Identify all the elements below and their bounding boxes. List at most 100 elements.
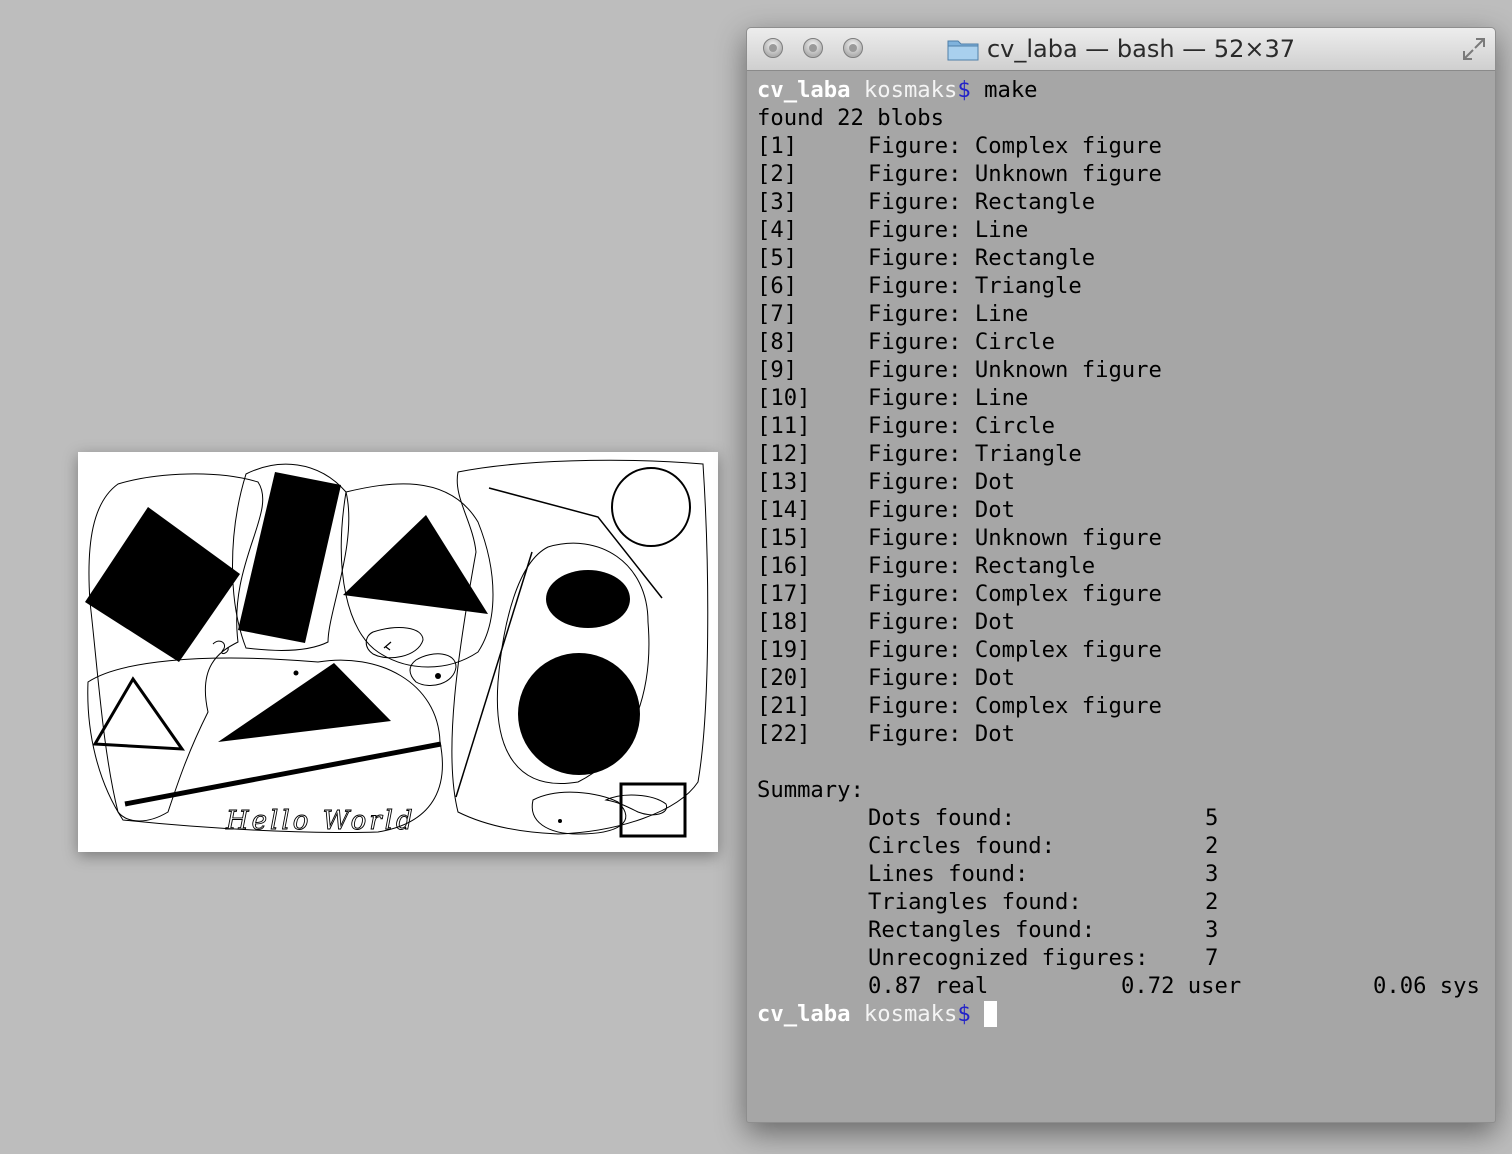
dot-1 bbox=[293, 670, 299, 676]
figure-row: [13] Figure: Dot bbox=[757, 468, 1489, 496]
figure-index: [2] bbox=[757, 161, 798, 187]
figure-label: Figure: Rectangle bbox=[868, 245, 1096, 271]
contour-right-group bbox=[451, 459, 709, 835]
command-text: make bbox=[984, 77, 1038, 103]
figure-index: [9] bbox=[757, 357, 798, 383]
small-ellipse bbox=[546, 570, 630, 628]
outlined-triangle bbox=[92, 676, 186, 751]
window-title: cv_laba — bash — 52×37 bbox=[986, 35, 1296, 63]
figure-index: [16] bbox=[757, 553, 811, 579]
figure-index: [8] bbox=[757, 329, 798, 355]
prompt-user: kosmaks bbox=[863, 77, 958, 103]
figure-index: [11] bbox=[757, 413, 811, 439]
figure-index: [3] bbox=[757, 189, 798, 215]
figure-label: Figure: Circle bbox=[868, 413, 1056, 439]
figure-label: Figure: Triangle bbox=[868, 273, 1082, 299]
figure-row: [18] Figure: Dot bbox=[757, 608, 1489, 636]
fullscreen-icon[interactable] bbox=[1461, 36, 1487, 62]
figure-label: Figure: Line bbox=[868, 217, 1029, 243]
figure-index: [22] bbox=[757, 721, 811, 747]
found-line: found 22 blobs bbox=[757, 105, 945, 131]
figure-index: [7] bbox=[757, 301, 798, 327]
figure-label: Figure: Line bbox=[868, 301, 1029, 327]
terminal-output[interactable]: cv_laba kosmaks$ make found 22 blobs [1]… bbox=[757, 76, 1489, 1028]
title-bar[interactable]: cv_laba — bash — 52×37 bbox=[747, 28, 1495, 71]
figure-row: [21] Figure: Complex figure bbox=[757, 692, 1489, 720]
figure-row: [5] Figure: Rectangle bbox=[757, 244, 1489, 272]
summary-label: Dots found: bbox=[868, 805, 1015, 831]
filled-triangle-bottom bbox=[218, 663, 391, 742]
figure-label: Figure: Dot bbox=[868, 469, 1015, 495]
prompt-line: cv_laba kosmaks$ bbox=[757, 1000, 1489, 1028]
figure-label: Figure: Unknown figure bbox=[868, 161, 1162, 187]
figure-index: [10] bbox=[757, 385, 811, 411]
figure-row: [7] Figure: Line bbox=[757, 300, 1489, 328]
figure-index: [19] bbox=[757, 637, 811, 663]
figure-label: Figure: Circle bbox=[868, 329, 1056, 355]
thick-line bbox=[124, 741, 442, 807]
zoom-button[interactable] bbox=[843, 38, 863, 58]
command-line: cv_laba kosmaks$ make bbox=[757, 76, 1489, 104]
summary-header: Summary: bbox=[757, 777, 864, 803]
dot-3 bbox=[558, 819, 562, 823]
figure-index: [17] bbox=[757, 581, 811, 607]
text-cursor bbox=[984, 1001, 998, 1027]
figure-row: [3] Figure: Rectangle bbox=[757, 188, 1489, 216]
scribble-small bbox=[212, 640, 229, 655]
figure-row: [12] Figure: Triangle bbox=[757, 440, 1489, 468]
figure-row: [11] Figure: Circle bbox=[757, 412, 1489, 440]
figure-row: [20] Figure: Dot bbox=[757, 664, 1489, 692]
scribble-loop bbox=[604, 794, 668, 816]
prompt-symbol: $ bbox=[957, 77, 971, 103]
terminal-window: cv_laba — bash — 52×37 cv_laba kosmaks$ … bbox=[746, 27, 1496, 1123]
summary-row: Rectangles found: 3 bbox=[757, 916, 1489, 944]
figure-index: [5] bbox=[757, 245, 798, 271]
summary-value: 7 bbox=[1205, 945, 1219, 971]
outlined-square bbox=[619, 782, 687, 838]
summary-label: Lines found: bbox=[868, 861, 1029, 887]
figure-label: Figure: Dot bbox=[868, 609, 1015, 635]
summary-value: 2 bbox=[1205, 889, 1219, 915]
summary-label: Unrecognized figures: bbox=[868, 945, 1149, 971]
handwritten-text: Hello World bbox=[225, 806, 416, 836]
figure-label: Figure: Dot bbox=[868, 721, 1015, 747]
figure-index: [14] bbox=[757, 497, 811, 523]
figure-row: [6] Figure: Triangle bbox=[757, 272, 1489, 300]
figure-label: Figure: Complex figure bbox=[868, 133, 1162, 159]
timing-sys: 0.06 sys bbox=[1373, 973, 1480, 999]
timing-user: 0.72 user bbox=[1121, 973, 1242, 999]
summary-label: Circles found: bbox=[868, 833, 1056, 859]
figure-label: Figure: Triangle bbox=[868, 441, 1082, 467]
figure-row: [10] Figure: Line bbox=[757, 384, 1489, 412]
dot-2 bbox=[435, 673, 441, 679]
figure-row: [16] Figure: Rectangle bbox=[757, 552, 1489, 580]
figure-row: [4] Figure: Line bbox=[757, 216, 1489, 244]
outlined-circle bbox=[611, 467, 691, 547]
prompt-symbol: $ bbox=[957, 1001, 971, 1027]
figure-index: [13] bbox=[757, 469, 811, 495]
summary-row: Unrecognized figures: 7 bbox=[757, 944, 1489, 972]
timing-line: 0.87 real 0.72 user 0.06 sys bbox=[757, 972, 1489, 1000]
figure-index: [4] bbox=[757, 217, 798, 243]
summary-list: Dots found: 5 Circles found: 2 Lines found: 3… bbox=[757, 804, 1489, 972]
contour-small-1 bbox=[365, 627, 424, 659]
figure-row: [17] Figure: Complex figure bbox=[757, 580, 1489, 608]
summary-row: Dots found: 5 bbox=[757, 804, 1489, 832]
figure-label: Figure: Dot bbox=[868, 497, 1015, 523]
close-button[interactable] bbox=[763, 38, 783, 58]
figure-label: Figure: Line bbox=[868, 385, 1029, 411]
figure-label: Figure: Complex figure bbox=[868, 581, 1162, 607]
minimize-button[interactable] bbox=[803, 38, 823, 58]
folder-icon bbox=[947, 40, 979, 61]
prompt-host: cv_laba bbox=[757, 1001, 851, 1027]
summary-label: Triangles found: bbox=[868, 889, 1082, 915]
figure-row: [14] Figure: Dot bbox=[757, 496, 1489, 524]
figure-label: Figure: Dot bbox=[868, 665, 1015, 691]
figure-index: [1] bbox=[757, 133, 798, 159]
figure-row: [1] Figure: Complex figure bbox=[757, 132, 1489, 160]
prompt-user: kosmaks bbox=[863, 1001, 958, 1027]
figure-index: [6] bbox=[757, 273, 798, 299]
rotated-square bbox=[85, 507, 240, 662]
summary-row: Triangles found: 2 bbox=[757, 888, 1489, 916]
